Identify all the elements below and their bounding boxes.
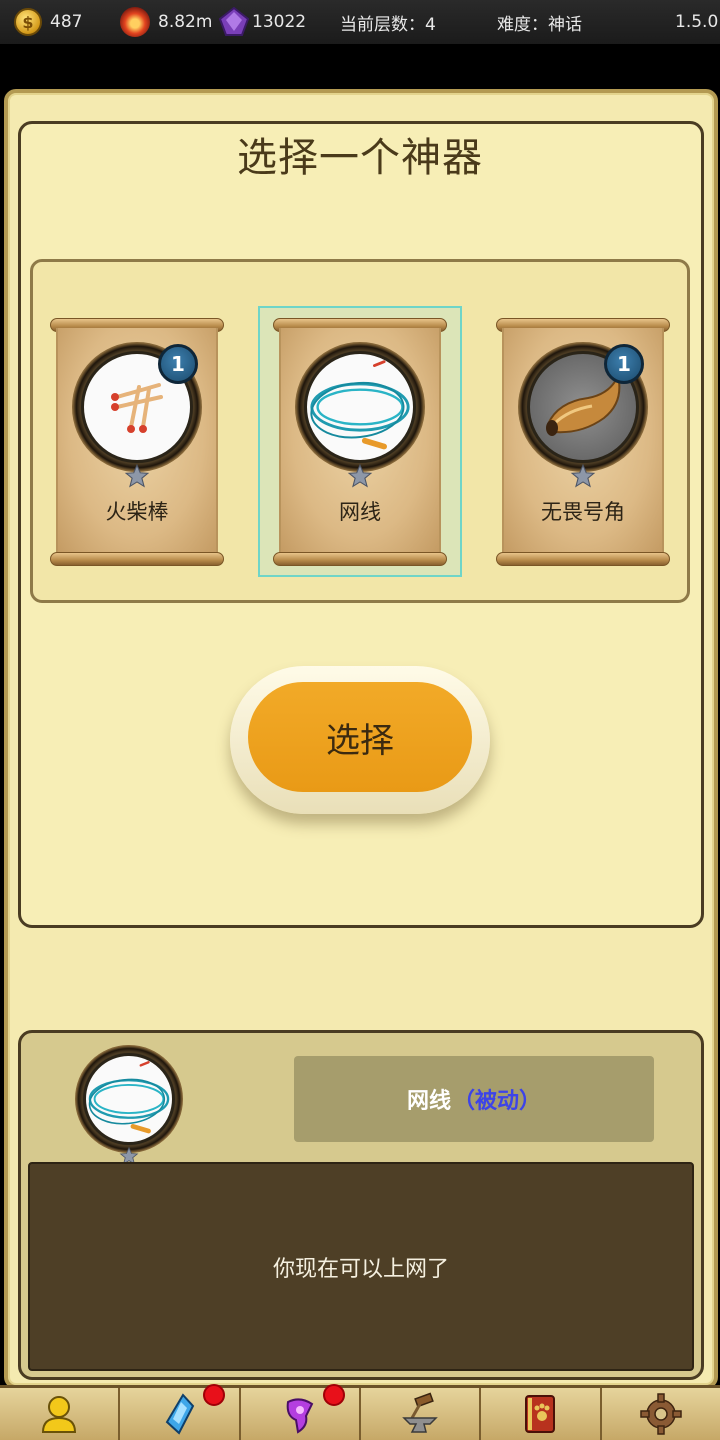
gold-coin-icon: $ xyxy=(14,8,42,36)
pet-book-icon xyxy=(525,1395,556,1433)
floor-label: 当前层数：4 xyxy=(340,14,436,35)
net-cable-icon xyxy=(83,1053,175,1145)
purple-gem-icon xyxy=(218,7,250,36)
artifact-description: 你现在可以上网了 xyxy=(28,1162,694,1371)
nav-pet-book[interactable] xyxy=(481,1388,602,1440)
dialog-title: 选择一个神器 xyxy=(237,135,483,181)
notification-dot xyxy=(322,1384,345,1406)
passive-tag: （被动） xyxy=(453,1089,542,1114)
purple-rune-icon xyxy=(286,1398,314,1434)
star-icon xyxy=(347,463,373,488)
scroll-rod-bottom xyxy=(496,552,670,566)
notification-dot xyxy=(202,1384,225,1406)
artifact-level-badge: 1 xyxy=(158,344,198,384)
artifact-card-net-cable[interactable]: 网线 xyxy=(273,318,447,566)
star-icon xyxy=(570,463,596,488)
hero-icon xyxy=(42,1396,77,1433)
scroll-rod-bottom xyxy=(50,552,224,566)
nav-crystal[interactable] xyxy=(120,1384,241,1440)
bottom-nav xyxy=(0,1384,720,1440)
nav-hero[interactable] xyxy=(0,1388,121,1440)
scroll-rod-bottom xyxy=(273,552,447,566)
crystal-icon xyxy=(166,1393,195,1435)
detail-name-text: 网线 xyxy=(406,1089,451,1114)
gem-counter: 13022 xyxy=(218,0,306,44)
status-bar: $ 487 8.82m 13022 当前层数：4 难度：神话 1.5.0 xyxy=(0,0,720,44)
gold-value: 487 xyxy=(50,12,83,32)
gem-value: 13022 xyxy=(252,12,307,32)
select-button[interactable]: 选择 xyxy=(248,682,472,792)
anvil-icon xyxy=(402,1392,438,1433)
difficulty-label: 难度：神话 xyxy=(497,14,582,35)
artifact-card-horn[interactable]: 1 无畏号角 xyxy=(496,318,670,566)
nav-forge[interactable] xyxy=(360,1388,482,1440)
version-label: 1.5.0 xyxy=(675,12,719,32)
gold-counter: $ 487 xyxy=(14,0,82,44)
star-icon xyxy=(124,463,150,488)
detail-artifact-name: 网线 （被动） xyxy=(294,1056,654,1142)
fire-counter: 8.82m xyxy=(120,0,212,44)
detail-artifact-medal xyxy=(75,1045,183,1153)
net-cable-icon xyxy=(304,351,416,463)
artifact-level-badge: 1 xyxy=(604,344,644,384)
artifact-name: 火柴棒 xyxy=(105,500,169,524)
artifact-name: 网线 xyxy=(339,500,381,524)
fire-orb-icon xyxy=(120,7,150,37)
nav-rune[interactable] xyxy=(240,1384,361,1440)
fire-value: 8.82m xyxy=(158,12,213,32)
gear-icon xyxy=(640,1393,682,1435)
nav-settings[interactable] xyxy=(601,1388,720,1440)
artifact-medal xyxy=(295,342,425,472)
artifact-card-matchsticks[interactable]: 1 火柴棒 xyxy=(50,318,224,566)
artifact-name: 无畏号角 xyxy=(541,500,625,524)
